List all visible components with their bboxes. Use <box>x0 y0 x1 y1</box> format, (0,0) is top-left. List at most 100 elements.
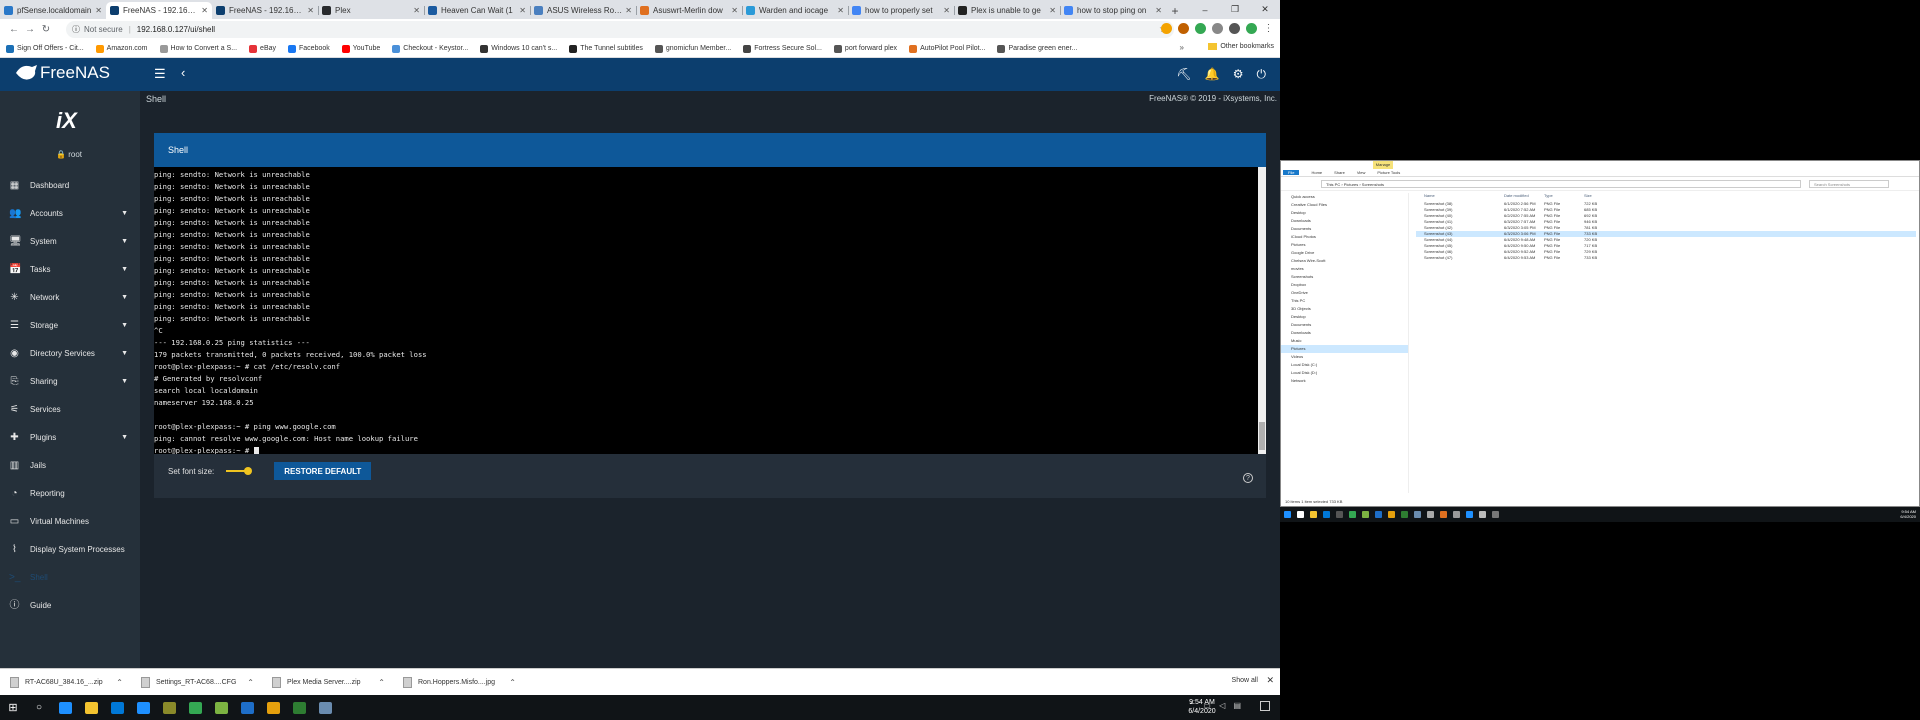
tab-close-icon[interactable]: ✕ <box>1155 6 1162 15</box>
sidebar-item-system[interactable]: 🖥 System ▼ <box>0 227 140 255</box>
bookmark-item[interactable]: gnomicfun Member... <box>654 44 731 53</box>
bookmark-item[interactable]: Paradise green ener... <box>997 44 1077 53</box>
taskbar-app-2[interactable] <box>104 695 130 720</box>
sidebar-item-storage[interactable]: ☰ Storage ▼ <box>0 311 140 339</box>
taskbar-app-8[interactable] <box>260 695 286 720</box>
browser-tab[interactable]: Warden and iocage ✕ <box>742 2 848 19</box>
taskbar-right-app-icon[interactable] <box>1349 511 1356 518</box>
tree-item[interactable]: Local Disk (D:) <box>1281 369 1408 377</box>
tree-item[interactable]: Network <box>1281 377 1408 385</box>
sidebar-item-tasks[interactable]: 📅 Tasks ▼ <box>0 255 140 283</box>
sidebar-item-directory-services[interactable]: ◉ Directory Services ▼ <box>0 339 140 367</box>
bookmark-item[interactable]: eBay <box>249 44 276 53</box>
sidebar-item-jails[interactable]: ▥ Jails <box>0 451 140 479</box>
new-tab-button[interactable]: + <box>1166 2 1184 19</box>
bell-icon[interactable]: 🔔 <box>1205 67 1220 82</box>
sidebar-item-dashboard[interactable]: ▦ Dashboard <box>0 171 140 199</box>
sidebar-item-sharing[interactable]: ⎘ Sharing ▼ <box>0 367 140 395</box>
taskbar-app-4[interactable] <box>156 695 182 720</box>
tab-close-icon[interactable]: ✕ <box>1049 6 1056 15</box>
tab-close-icon[interactable]: ✕ <box>95 6 102 15</box>
tree-item[interactable]: Videos <box>1281 353 1408 361</box>
manage-tab[interactable]: Manage <box>1373 161 1393 169</box>
download-item[interactable]: Ron.Hoppers.Misfo....jpg ⌃ <box>393 676 524 688</box>
browser-tab[interactable]: Plex is unable to ge ✕ <box>954 2 1060 19</box>
shell-terminal[interactable]: ping: sendto: Network is unreachable ping… <box>154 167 1258 454</box>
bookmark-item[interactable]: How to Convert a S... <box>159 44 237 53</box>
taskbar-app-5[interactable] <box>182 695 208 720</box>
taskbar-right-app-icon[interactable] <box>1414 511 1421 518</box>
sidebar-item-display-system-processes[interactable]: ⌇ Display System Processes <box>0 535 140 563</box>
info-icon[interactable]: ⓘ <box>72 24 80 35</box>
extension-key-icon[interactable] <box>1161 23 1172 34</box>
url-text[interactable]: 192.168.0.127/ui/shell <box>137 25 215 34</box>
power-icon[interactable]: ⏻ <box>1257 67 1267 82</box>
taskbar-app-10[interactable] <box>312 695 338 720</box>
maximize-button[interactable]: ❐ <box>1220 0 1250 19</box>
browser-tab[interactable]: how to stop ping on ✕ <box>1060 2 1166 19</box>
tab-close-icon[interactable]: ✕ <box>519 6 526 15</box>
taskbar-right-app-icon[interactable] <box>1453 511 1460 518</box>
file-row[interactable]: Screenshot (47) 6/4/2020 9:53 AM PNG File 7… <box>1416 255 1916 261</box>
chevron-up-icon[interactable]: ⌃ <box>116 678 123 687</box>
tree-item[interactable]: 3D Objects <box>1281 305 1408 313</box>
taskbar-right-clock[interactable]: 9:54 AM 6/4/2020 <box>1900 509 1916 519</box>
ribbon-tab[interactable]: Picture Tools <box>1377 170 1400 175</box>
tree-item[interactable]: Downloads <box>1281 329 1408 337</box>
tree-item[interactable]: Creative Cloud Files <box>1281 201 1408 209</box>
tree-item[interactable]: Screenshots <box>1281 273 1408 281</box>
taskbar-right-app-icon[interactable] <box>1427 511 1434 518</box>
tree-item[interactable]: Chelsea Wire-Scott <box>1281 257 1408 265</box>
extension-check-icon[interactable] <box>1246 23 1257 34</box>
tab-close-icon[interactable]: ✕ <box>413 6 420 15</box>
taskbar-clock[interactable]: 9:54 AM 6/4/2020 <box>1178 698 1226 716</box>
chevron-up-icon[interactable]: ⌃ <box>509 678 516 687</box>
taskbar-app-6[interactable] <box>208 695 234 720</box>
reload-icon[interactable]: ↻ <box>38 24 54 35</box>
ribbon-tab[interactable]: File <box>1283 170 1300 175</box>
sidebar-item-shell[interactable]: >_ Shell <box>0 563 140 591</box>
taskbar-app-0[interactable] <box>52 695 78 720</box>
browser-tab[interactable]: pfSense.localdomain ✕ <box>0 2 106 19</box>
taskbar-app-3[interactable] <box>130 695 156 720</box>
taskbar-right-app-icon[interactable] <box>1466 511 1473 518</box>
bookmark-item[interactable]: The Tunnel subtitles <box>569 44 643 53</box>
taskbar-right-app-icon[interactable] <box>1440 511 1447 518</box>
font-size-slider[interactable] <box>226 467 260 475</box>
taskbar-app-1[interactable] <box>78 695 104 720</box>
back-arrow-icon[interactable]: ← <box>6 24 22 35</box>
bookmark-item[interactable]: YouTube <box>341 44 380 53</box>
tree-item[interactable]: Desktop <box>1281 209 1408 217</box>
tree-item[interactable]: OneDrive <box>1281 289 1408 297</box>
taskbar-app-7[interactable] <box>234 695 260 720</box>
download-item[interactable]: Settings_RT-AC68....CFG ⌃ <box>131 676 262 688</box>
taskbar-right-app-icon[interactable] <box>1336 511 1343 518</box>
tree-item[interactable]: Music <box>1281 337 1408 345</box>
scrollbar-thumb[interactable] <box>1259 422 1265 450</box>
windows-start-icon[interactable]: ⊞ <box>0 701 26 714</box>
tree-item[interactable]: Pictures <box>1281 241 1408 249</box>
terminal-scrollbar[interactable] <box>1258 167 1266 454</box>
ribbon-tab[interactable]: Share <box>1334 170 1345 175</box>
bookmark-item[interactable]: port forward plex <box>833 44 897 53</box>
gear-icon[interactable]: ⚙ <box>1233 67 1244 82</box>
download-item[interactable]: RT-AC68U_384.16_...zip ⌃ <box>0 676 131 688</box>
tab-close-icon[interactable]: ✕ <box>307 6 314 15</box>
collapse-chevron-icon[interactable]: ‹ <box>181 65 185 80</box>
address-bar[interactable]: ⓘ Not secure | 192.168.0.127/ui/shell ☆ <box>66 21 1174 38</box>
taskbar-right-app-icon[interactable] <box>1375 511 1382 518</box>
taskbar-right-app-icon[interactable] <box>1492 511 1499 518</box>
tab-close-icon[interactable]: ✕ <box>837 6 844 15</box>
extension-shield-icon[interactable] <box>1229 23 1240 34</box>
tree-item[interactable]: Local Disk (C:) <box>1281 361 1408 369</box>
browser-menu-icon[interactable]: ⋮ <box>1263 23 1274 34</box>
sidebar-item-services[interactable]: ⚟ Services <box>0 395 140 423</box>
tab-close-icon[interactable]: ✕ <box>943 6 950 15</box>
taskbar-right-app-icon[interactable] <box>1479 511 1486 518</box>
other-bookmarks[interactable]: Other bookmarks <box>1208 43 1274 50</box>
browser-tab[interactable]: how to properly set ✕ <box>848 2 954 19</box>
explorer-search-box[interactable]: Search Screenshots <box>1809 179 1889 188</box>
taskbar-right-app-icon[interactable] <box>1284 511 1291 518</box>
bookmark-item[interactable]: Facebook <box>288 44 330 53</box>
tab-close-icon[interactable]: ✕ <box>201 6 208 15</box>
